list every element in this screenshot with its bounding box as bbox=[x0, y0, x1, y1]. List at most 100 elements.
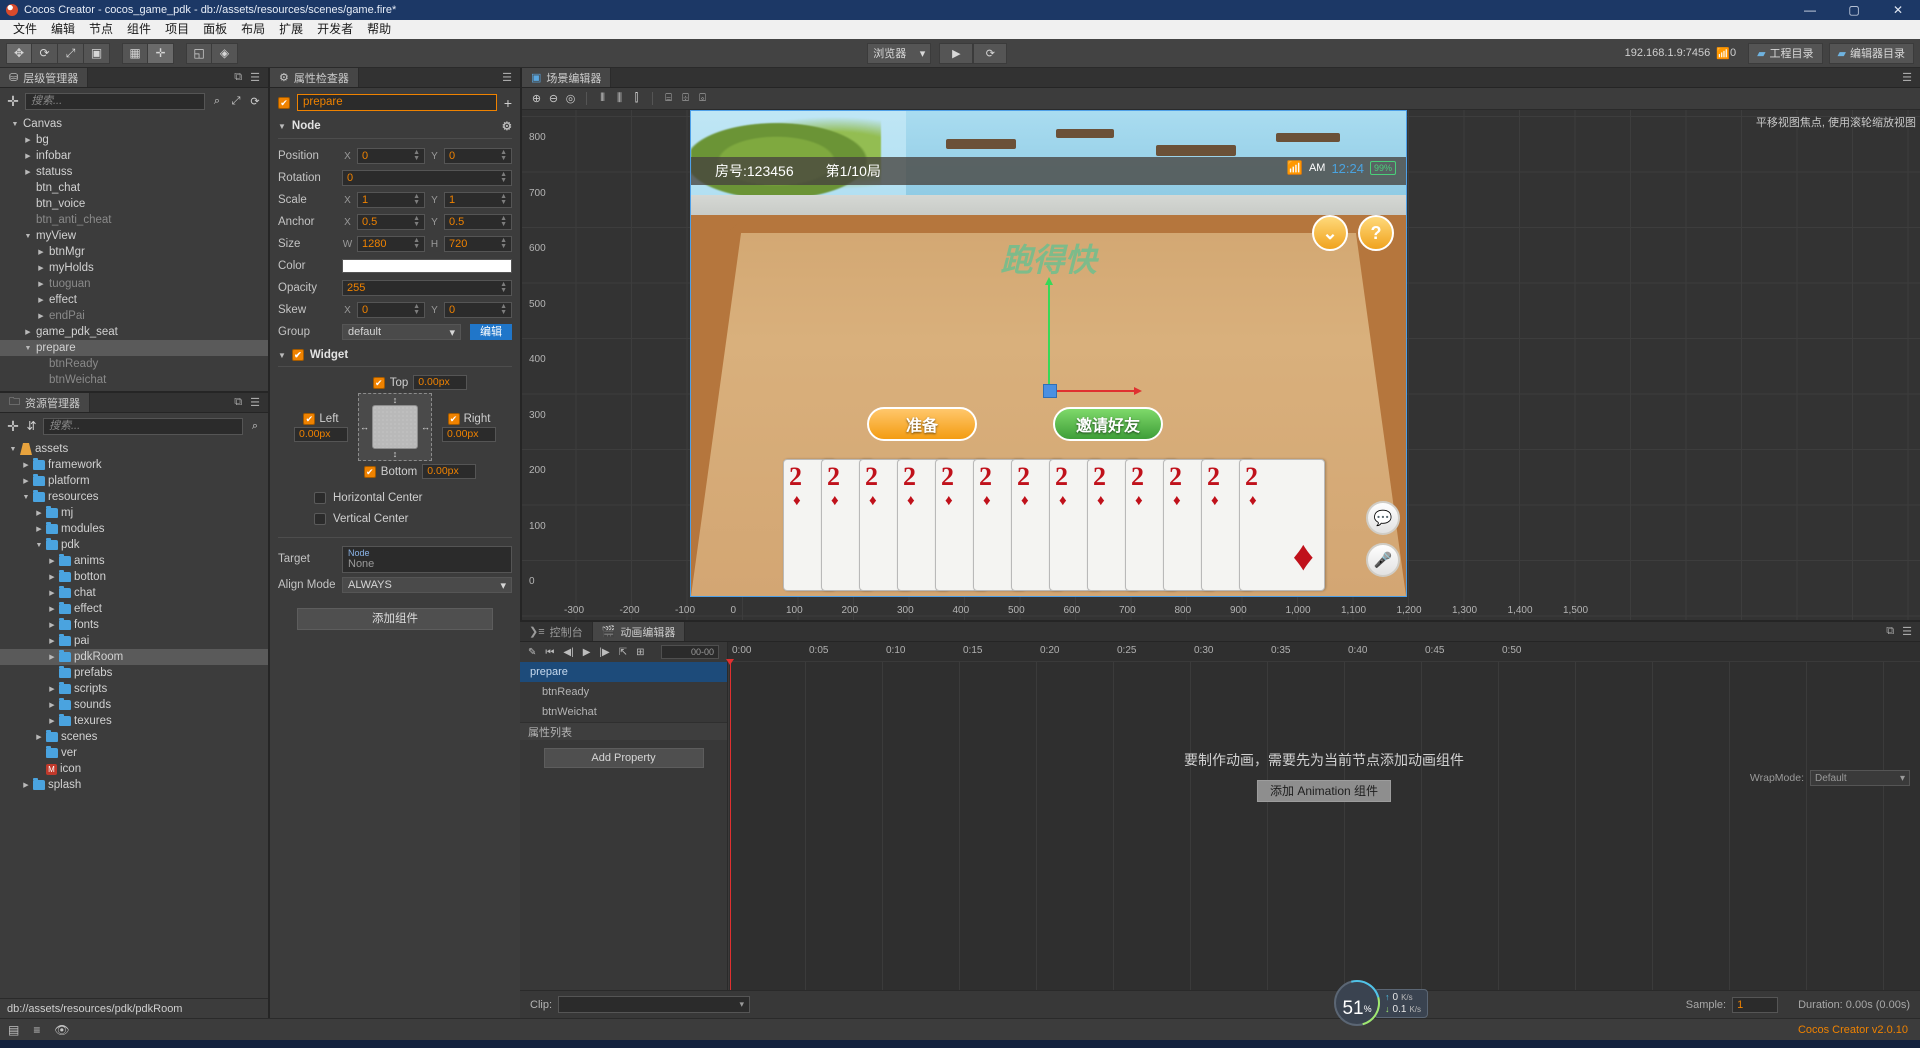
popout-icon[interactable]: ⧉ bbox=[234, 71, 242, 84]
assets-search-input[interactable]: 搜索... bbox=[43, 417, 243, 435]
clip-select[interactable]: ▾ bbox=[558, 996, 751, 1013]
hierarchy-node-infobar[interactable]: ▶ infobar bbox=[0, 148, 268, 164]
widget-top-checkbox[interactable]: ✔ bbox=[372, 376, 385, 389]
rect-tool-button[interactable]: ▣ bbox=[84, 42, 110, 64]
horizontal-center-checkbox[interactable]: ✔ bbox=[314, 491, 326, 504]
asset-node-fonts[interactable]: ▶ fonts bbox=[0, 617, 268, 633]
menu-item-file[interactable]: 文件 bbox=[6, 20, 44, 39]
asset-node-chat[interactable]: ▶ chat bbox=[0, 585, 268, 601]
add-component-button[interactable]: 添加组件 bbox=[297, 608, 493, 630]
hierarchy-node-game_pdk_seat[interactable]: ▶ game_pdk_seat bbox=[0, 324, 268, 340]
chevron-right-icon[interactable]: ▶ bbox=[21, 781, 31, 789]
animation-time-ruler[interactable]: 0:00 0:05 0:10 0:15 0:20 0:25 0:30 0:35 0:40 0:45… bbox=[728, 642, 1920, 662]
chevron-right-icon[interactable]: ▶ bbox=[47, 701, 57, 709]
chevron-right-icon[interactable]: ▶ bbox=[36, 248, 46, 256]
menu-item-developer[interactable]: 开发者 bbox=[310, 20, 360, 39]
sort-assets-icon[interactable]: ⇵ bbox=[25, 419, 38, 433]
group-select[interactable]: default ▾ bbox=[342, 324, 461, 340]
stepper-icon-11[interactable]: ▲ ▼ bbox=[413, 303, 420, 316]
hierarchy-tree[interactable]: ▼Canvas▶bg▶infobar▶statuss▶btn_chat▶btn_… bbox=[0, 114, 268, 391]
asset-node-pdk[interactable]: ▼ pdk bbox=[0, 537, 268, 553]
preview-target-select[interactable]: 浏览器 ▾ bbox=[867, 42, 932, 64]
prev-frame-icon[interactable]: ◀| bbox=[563, 647, 573, 658]
stepper-icon-5[interactable]: ▲ ▼ bbox=[500, 193, 507, 206]
asset-node-resources[interactable]: ▼ resources bbox=[0, 489, 268, 505]
animation-node-prepare[interactable]: prepare bbox=[520, 662, 727, 682]
panel-menu-icon-bottom[interactable]: ☰ bbox=[1902, 625, 1912, 638]
stepper-icon-10[interactable]: ▲ ▼ bbox=[500, 281, 507, 294]
stepper-icon-8[interactable]: ▲ ▼ bbox=[413, 237, 420, 250]
game-chat-button[interactable]: 💬 bbox=[1366, 501, 1400, 535]
chevron-right-icon[interactable]: ▶ bbox=[21, 461, 31, 469]
asset-node-pai[interactable]: ▶ pai bbox=[0, 633, 268, 649]
hierarchy-node-effect[interactable]: ▶ effect bbox=[0, 292, 268, 308]
chevron-right-icon[interactable]: ▶ bbox=[34, 525, 44, 533]
chevron-right-icon[interactable]: ▶ bbox=[34, 509, 44, 517]
menu-item-help[interactable]: 帮助 bbox=[360, 20, 398, 39]
add-property-button[interactable]: Add Property bbox=[543, 748, 704, 768]
position-y-input[interactable]: 0 ▲ ▼ bbox=[444, 148, 512, 164]
animation-node-list[interactable]: prepare btnReady btnWeichat bbox=[520, 662, 727, 722]
align-middle-icon[interactable]: ⌹ bbox=[677, 91, 694, 107]
hierarchy-node-btn_chat[interactable]: ▶btn_chat bbox=[0, 180, 268, 196]
add-node-button[interactable]: ✛ bbox=[6, 93, 20, 110]
chevron-right-icon[interactable]: ▶ bbox=[47, 717, 57, 725]
widget-right-input[interactable]: 0.00px bbox=[442, 426, 496, 442]
asset-node-pdkRoom[interactable]: ▶ pdkRoom bbox=[0, 649, 268, 665]
chevron-right-icon[interactable]: ▶ bbox=[47, 605, 57, 613]
asset-node-icon[interactable]: ▶Micon bbox=[0, 761, 268, 777]
menu-item-extension[interactable]: 扩展 bbox=[272, 20, 310, 39]
help-button[interactable]: ? bbox=[1358, 215, 1394, 251]
tab-inspector[interactable]: ⚙ 属性检查器 bbox=[270, 68, 359, 87]
anchor-x-input[interactable]: 0.5 ▲ ▼ bbox=[357, 214, 425, 230]
stepper-icon-6[interactable]: ▲ ▼ bbox=[413, 215, 420, 228]
asset-node-texures[interactable]: ▶ texures bbox=[0, 713, 268, 729]
hierarchy-node-tuoguan[interactable]: ▶ tuoguan bbox=[0, 276, 268, 292]
stepper-icon-3[interactable]: ▲ ▼ bbox=[500, 171, 507, 184]
hierarchy-node-statuss[interactable]: ▶ statuss bbox=[0, 164, 268, 180]
status-menu-icon[interactable]: ≡ bbox=[33, 1023, 40, 1037]
game-hand-cards[interactable]: 2 ♦ 2 ♦ 2 ♦ 2 ♦ 2 ♦ 2 ♦ 2 ♦ 2 ♦ 2 ♦ 2 ♦ 2 ♦ 2 ♦ 2 ♦ ♦ bbox=[783, 459, 1341, 596]
target-field[interactable]: Node None bbox=[342, 545, 512, 573]
hierarchy-node-endPai[interactable]: ▶ endPai bbox=[0, 308, 268, 324]
coordinate-toggle-button[interactable]: ◈ bbox=[212, 42, 238, 64]
widget-top-input[interactable]: 0.00px bbox=[413, 375, 468, 390]
chevron-right-icon[interactable]: ▶ bbox=[36, 312, 46, 320]
asset-node-prefabs[interactable]: ▶prefabs bbox=[0, 665, 268, 681]
animation-timecode[interactable]: 00-00 bbox=[661, 645, 719, 659]
chevron-down-icon[interactable]: ▼ bbox=[34, 542, 44, 549]
node-enabled-checkbox[interactable]: ✔ bbox=[278, 96, 290, 109]
align-center-h-icon[interactable]: ⫼ bbox=[611, 91, 628, 107]
chevron-right-icon[interactable]: ▶ bbox=[47, 685, 57, 693]
skew-x-input[interactable]: 0 ▲ ▼ bbox=[357, 302, 425, 318]
widget-right-checkbox[interactable]: ✔ bbox=[447, 412, 460, 425]
asset-node-scripts[interactable]: ▶ scripts bbox=[0, 681, 268, 697]
menu-item-edit[interactable]: 编辑 bbox=[44, 20, 82, 39]
chevron-down-icon[interactable]: ▼ bbox=[21, 494, 31, 501]
align-right-icon[interactable]: ⫿ bbox=[628, 91, 645, 107]
add-animation-component-button[interactable]: 添加 Animation 组件 bbox=[1256, 780, 1392, 802]
chevron-down-icon[interactable]: ▼ bbox=[8, 446, 18, 453]
anchor-y-input[interactable]: 0.5 ▲ ▼ bbox=[444, 214, 512, 230]
asset-node-assets[interactable]: ▼ assets bbox=[0, 441, 268, 457]
add-component-plus-icon[interactable]: + bbox=[504, 95, 512, 111]
scale-x-input[interactable]: 1 ▲ ▼ bbox=[357, 192, 425, 208]
assets-search-icon[interactable]: ⌕ bbox=[248, 420, 262, 433]
asset-node-mj[interactable]: ▶ mj bbox=[0, 505, 268, 521]
chevron-right-icon[interactable]: ▶ bbox=[21, 477, 31, 485]
stepper-icon-2[interactable]: ▲ ▼ bbox=[500, 149, 507, 162]
widget-bottom-checkbox[interactable]: ✔ bbox=[363, 465, 376, 478]
panel-menu-icon-inspector[interactable]: ☰ bbox=[502, 71, 512, 84]
stepper-icon-12[interactable]: ▲ ▼ bbox=[500, 303, 507, 316]
chevron-right-icon[interactable]: ▶ bbox=[23, 152, 33, 160]
status-list-icon[interactable]: ▤ bbox=[8, 1023, 19, 1037]
playing-card[interactable]: 2 ♦ ♦ bbox=[1239, 459, 1325, 591]
chevron-right-icon[interactable]: ▶ bbox=[23, 168, 33, 176]
rotation-input[interactable]: 0 ▲ ▼ bbox=[342, 170, 512, 186]
panel-menu-icon-scene[interactable]: ☰ bbox=[1902, 71, 1912, 84]
animation-track-area[interactable]: 要制作动画，需要先为当前节点添加动画组件 WrapMode: Default ▾… bbox=[726, 659, 1920, 990]
assets-tree[interactable]: ▼ assets ▶ framework ▶ platform ▼ resources ▶ mj ▶… bbox=[0, 439, 268, 998]
size-width-input[interactable]: 1280 ▲ ▼ bbox=[357, 236, 425, 252]
minimize-button[interactable]: — bbox=[1788, 0, 1832, 20]
chevron-right-icon[interactable]: ▶ bbox=[23, 136, 33, 144]
